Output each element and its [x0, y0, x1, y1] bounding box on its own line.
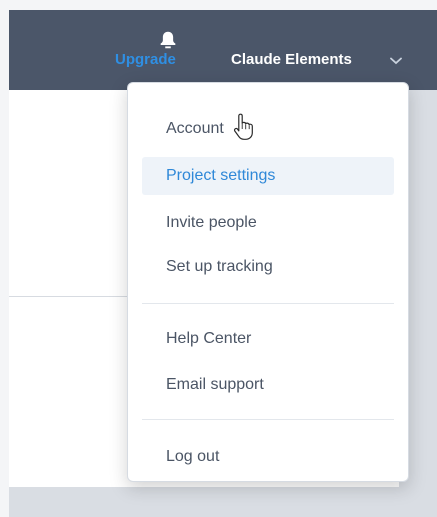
bell-icon[interactable] — [157, 29, 179, 51]
user-menu-toggle[interactable]: Claude Elements — [231, 51, 352, 68]
menu-item-log-out[interactable]: Log out — [142, 438, 394, 476]
chevron-down-icon[interactable] — [390, 57, 402, 65]
top-bar: Upgrade Claude Elements — [9, 10, 437, 90]
hand-cursor-icon — [233, 113, 253, 140]
user-dropdown-menu: Account Project settings Invite people S… — [127, 82, 409, 482]
menu-divider — [142, 303, 394, 304]
menu-divider — [142, 419, 394, 420]
menu-item-email-support[interactable]: Email support — [142, 366, 394, 404]
upgrade-link[interactable]: Upgrade — [115, 51, 176, 68]
menu-item-set-up-tracking[interactable]: Set up tracking — [142, 248, 394, 286]
menu-item-account[interactable]: Account — [142, 110, 394, 148]
content-divider — [9, 296, 129, 297]
menu-item-project-settings[interactable]: Project settings — [142, 157, 394, 195]
menu-item-invite-people[interactable]: Invite people — [142, 204, 394, 242]
menu-item-help-center[interactable]: Help Center — [142, 320, 394, 358]
app-frame: Upgrade Claude Elements Account Project … — [0, 0, 437, 517]
